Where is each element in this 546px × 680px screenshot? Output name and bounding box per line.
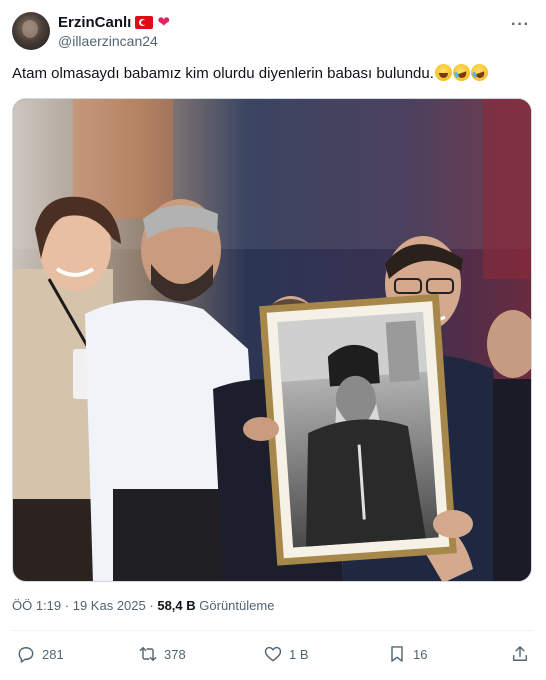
tweet-text: Atam olmasaydı babamız kim olurdu diyenl… xyxy=(12,61,536,84)
bookmark-count: 16 xyxy=(413,646,428,662)
tweet-meta: ÖÖ 1:19 · 19 Kas 2025 · 58,4 B Görüntüle… xyxy=(12,598,274,613)
avatar[interactable] xyxy=(12,12,50,50)
like-button[interactable]: 1 B xyxy=(263,644,309,664)
turkey-flag-icon xyxy=(135,16,154,29)
rolling-laughing-icon xyxy=(468,61,491,84)
reply-icon xyxy=(18,647,34,663)
tweet-time[interactable]: ÖÖ 1:19 xyxy=(12,598,61,613)
meta-separator: · xyxy=(149,598,154,613)
tweet-photo[interactable] xyxy=(12,98,532,582)
more-options-icon[interactable]: ··· xyxy=(511,16,530,34)
bookmark-button[interactable]: 16 xyxy=(387,644,427,664)
reply-count: 281 xyxy=(42,646,64,662)
grinning-face-icon xyxy=(434,64,452,81)
like-count: 1 B xyxy=(289,646,309,662)
author-display-name[interactable]: ErzinCanlı xyxy=(58,14,131,31)
bookmark-icon xyxy=(391,646,403,662)
author-handle[interactable]: @illaerzincan24 xyxy=(58,33,158,49)
views-count: 58,4 B xyxy=(157,598,196,613)
repost-button[interactable]: 378 xyxy=(138,644,186,664)
views-label: Görüntüleme xyxy=(199,598,275,613)
tweet-body: Atam olmasaydı babamız kim olurdu diyenl… xyxy=(12,65,434,82)
author-name-row[interactable]: ErzinCanlı ❤ xyxy=(58,14,170,31)
red-heart-icon: ❤ xyxy=(157,14,170,31)
meta-separator: · xyxy=(64,598,70,613)
tweet-date[interactable]: 19 Kas 2025 xyxy=(73,598,146,613)
group-photo-with-framed-portrait xyxy=(13,99,531,581)
divider xyxy=(12,630,534,631)
reply-button[interactable]: 281 xyxy=(16,644,64,664)
share-button[interactable] xyxy=(510,644,530,664)
action-bar: 281 378 1 B 16 xyxy=(12,640,534,670)
tweet-header: ErzinCanlı ❤ @illaerzincan24 ··· xyxy=(12,12,534,52)
repost-icon xyxy=(139,647,157,661)
share-icon xyxy=(513,646,527,661)
rolling-laughing-icon xyxy=(450,61,473,84)
heart-icon xyxy=(264,646,282,662)
repost-count: 378 xyxy=(164,646,186,662)
